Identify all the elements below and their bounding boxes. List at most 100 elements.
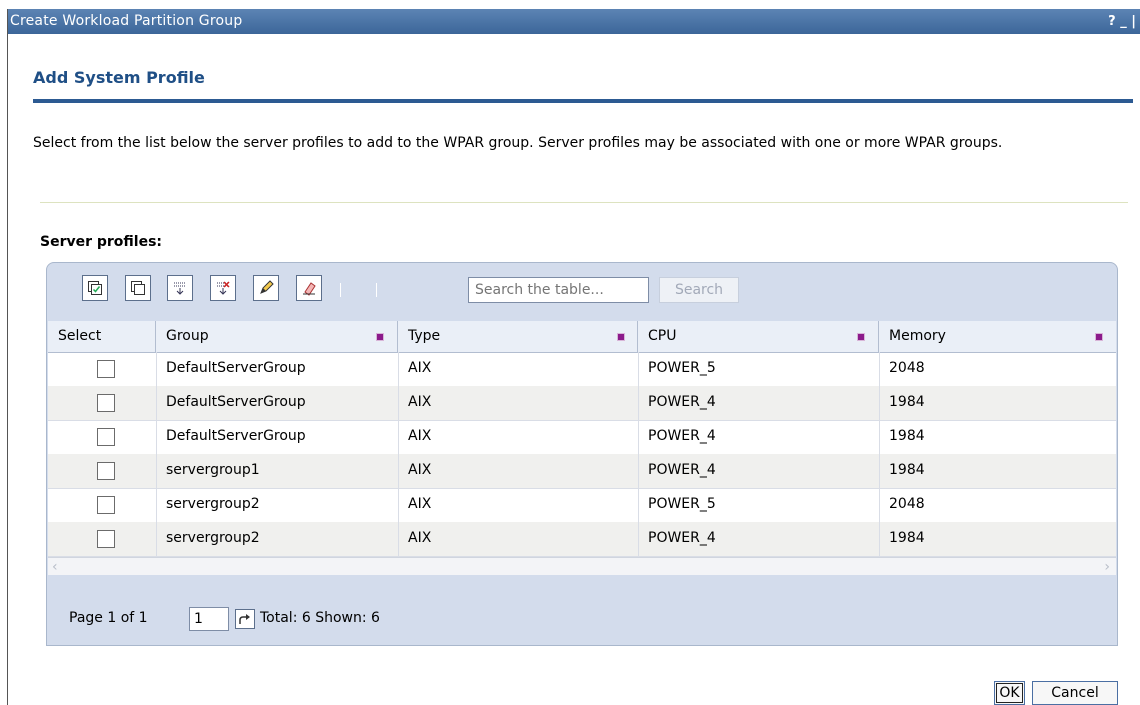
page-number-input[interactable] (189, 607, 229, 631)
column-divider (638, 386, 639, 420)
cell-type: AIX (408, 360, 432, 376)
window-title: Create Workload Partition Group (10, 13, 243, 29)
toolbar-separator (340, 283, 341, 297)
select-all-icon[interactable] (82, 275, 108, 301)
table-totals: Total: 6 Shown: 6 (260, 610, 380, 626)
column-divider (156, 454, 157, 488)
row-select-checkbox[interactable] (97, 394, 115, 412)
go-to-page-icon[interactable] (235, 609, 255, 629)
column-divider (398, 352, 399, 386)
cell-cpu: POWER_4 (648, 462, 716, 478)
cancel-button[interactable]: Cancel (1032, 681, 1118, 705)
column-divider (638, 420, 639, 454)
column-divider (879, 352, 880, 386)
sort-indicator-icon[interactable] (376, 333, 384, 341)
column-header-select[interactable]: Select (48, 321, 156, 352)
page-description: Select from the list below the server pr… (33, 135, 1003, 151)
column-divider (879, 420, 880, 454)
server-profiles-label: Server profiles: (40, 234, 163, 250)
column-header-label: Select (58, 328, 102, 344)
column-header-label: Memory (889, 328, 946, 344)
heading-rule (33, 99, 1133, 103)
column-divider (638, 522, 639, 556)
column-header-label: Type (408, 328, 441, 344)
cell-memory: 1984 (889, 462, 925, 478)
horizontal-scrollbar[interactable]: ‹ › (48, 557, 1116, 575)
table-search-input[interactable] (468, 277, 649, 303)
cell-group: servergroup2 (166, 530, 260, 546)
column-divider (398, 522, 399, 556)
column-header-cpu[interactable]: CPU (638, 321, 879, 352)
toolbar-separator (376, 283, 377, 297)
column-divider (156, 386, 157, 420)
section-divider (40, 202, 1128, 203)
table-row[interactable]: servergroup1 AIX POWER_4 1984 (48, 454, 1116, 489)
cell-memory: 1984 (889, 530, 925, 546)
search-button[interactable]: Search (659, 277, 739, 303)
deselect-all-icon[interactable] (125, 275, 151, 301)
dialog-window: Create Workload Partition Group ? _ | Ad… (0, 0, 1140, 705)
table-footer: Page 1 of 1 Total: 6 Shown: 6 (48, 583, 1116, 645)
column-divider (156, 488, 157, 522)
cell-group: servergroup2 (166, 496, 260, 512)
cell-cpu: POWER_4 (648, 428, 716, 444)
scroll-right-icon[interactable]: › (1104, 558, 1110, 575)
column-header-label: CPU (648, 328, 677, 344)
cell-group: DefaultServerGroup (166, 428, 306, 444)
cell-memory: 1984 (889, 394, 925, 410)
column-divider (638, 454, 639, 488)
sort-indicator-icon[interactable] (1095, 333, 1103, 341)
cell-type: AIX (408, 394, 432, 410)
column-header-memory[interactable]: Memory (879, 321, 1116, 352)
clear-all-filters-icon[interactable] (210, 275, 236, 301)
ok-button[interactable]: OK (994, 681, 1025, 705)
row-select-checkbox[interactable] (97, 360, 115, 378)
row-select-checkbox[interactable] (97, 428, 115, 446)
window-border (7, 9, 8, 705)
scroll-left-icon[interactable]: ‹ (52, 558, 58, 575)
column-divider (156, 352, 157, 386)
column-divider (156, 420, 157, 454)
column-divider (156, 522, 157, 556)
table-row[interactable]: DefaultServerGroup AIX POWER_5 2048 (48, 352, 1116, 387)
show-filter-row-icon[interactable] (167, 275, 193, 301)
profiles-table: Select Group Type CPU Memory DefaultServ… (48, 321, 1116, 575)
table-row[interactable]: DefaultServerGroup AIX POWER_4 1984 (48, 386, 1116, 421)
column-divider (638, 488, 639, 522)
sort-indicator-icon[interactable] (857, 333, 865, 341)
cell-type: AIX (408, 530, 432, 546)
page-heading: Add System Profile (33, 68, 205, 87)
cell-type: AIX (408, 496, 432, 512)
row-select-checkbox[interactable] (97, 496, 115, 514)
window-controls[interactable]: ? _ | (1108, 9, 1136, 34)
column-divider (879, 386, 880, 420)
column-divider (879, 488, 880, 522)
row-select-checkbox[interactable] (97, 530, 115, 548)
cell-cpu: POWER_4 (648, 530, 716, 546)
cell-group: DefaultServerGroup (166, 360, 306, 376)
cell-type: AIX (408, 428, 432, 444)
edit-sort-icon[interactable] (253, 275, 279, 301)
column-header-type[interactable]: Type (398, 321, 638, 352)
table-row[interactable]: DefaultServerGroup AIX POWER_4 1984 (48, 420, 1116, 455)
table-row[interactable]: servergroup2 AIX POWER_5 2048 (48, 488, 1116, 523)
cell-cpu: POWER_5 (648, 496, 716, 512)
row-select-checkbox[interactable] (97, 462, 115, 480)
column-divider (879, 522, 880, 556)
cell-memory: 2048 (889, 496, 925, 512)
page-label: Page 1 of 1 (69, 610, 148, 626)
column-divider (398, 454, 399, 488)
cell-cpu: POWER_5 (648, 360, 716, 376)
title-bar: Create Workload Partition Group ? _ | (8, 9, 1140, 34)
table-row[interactable]: servergroup2 AIX POWER_4 1984 (48, 522, 1116, 557)
cell-type: AIX (408, 462, 432, 478)
sort-indicator-icon[interactable] (617, 333, 625, 341)
column-divider (398, 386, 399, 420)
table-header-row: Select Group Type CPU Memory (48, 321, 1116, 353)
cell-cpu: POWER_4 (648, 394, 716, 410)
column-divider (879, 454, 880, 488)
cell-memory: 1984 (889, 428, 925, 444)
column-divider (398, 488, 399, 522)
clear-all-sorts-icon[interactable] (296, 275, 322, 301)
column-header-group[interactable]: Group (156, 321, 398, 352)
